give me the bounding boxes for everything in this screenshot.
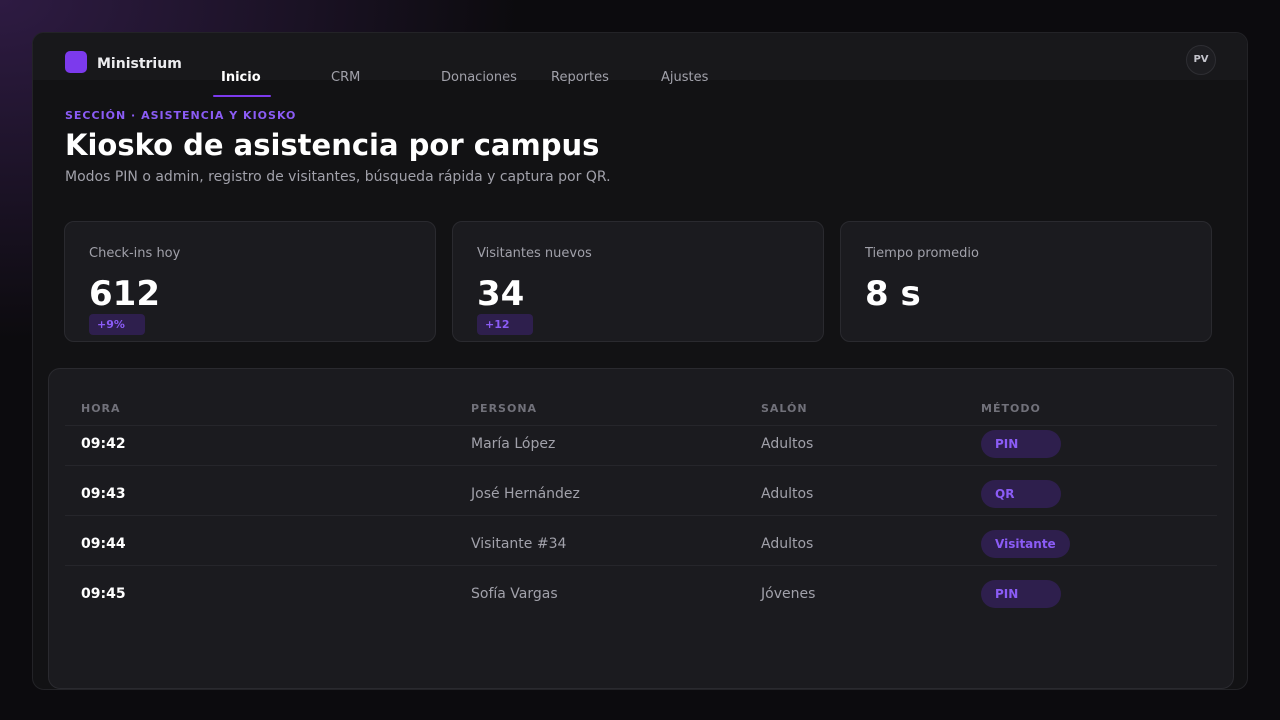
cell-persona: María López bbox=[471, 436, 556, 452]
user-avatar[interactable]: PV bbox=[1186, 45, 1216, 75]
stat-card-new-visitors: Visitantes nuevos 34 +12 bbox=[452, 221, 824, 342]
tab-crm[interactable]: CRM bbox=[331, 70, 360, 86]
cell-persona: Sofía Vargas bbox=[471, 586, 558, 602]
stat-card-checkins: Check-ins hoy 612 +9% bbox=[64, 221, 436, 342]
cell-salon: Jóvenes bbox=[761, 586, 816, 602]
page-title: Kiosko de asistencia por campus bbox=[65, 128, 600, 162]
table-row[interactable]: 09:45 Sofía Vargas Jóvenes PIN bbox=[65, 565, 1217, 616]
stat-label: Tiempo promedio bbox=[865, 246, 979, 261]
tab-donaciones[interactable]: Donaciones bbox=[441, 70, 517, 86]
column-header-salon: SALÓN bbox=[761, 402, 808, 415]
top-bar bbox=[33, 33, 1247, 80]
cell-hora: 09:42 bbox=[81, 436, 126, 452]
stat-label: Check-ins hoy bbox=[89, 246, 181, 261]
cell-hora: 09:43 bbox=[81, 486, 126, 502]
method-badge: Visitante bbox=[981, 530, 1070, 558]
stat-trend-badge: +9% bbox=[89, 314, 145, 335]
method-badge: PIN bbox=[981, 430, 1061, 458]
cell-salon: Adultos bbox=[761, 436, 814, 452]
method-badge: PIN bbox=[981, 580, 1061, 608]
active-tab-indicator bbox=[213, 95, 271, 97]
cell-salon: Adultos bbox=[761, 536, 814, 552]
cell-hora: 09:44 bbox=[81, 536, 126, 552]
method-badge: QR bbox=[981, 480, 1061, 508]
brand-logo-icon bbox=[65, 51, 87, 73]
tab-inicio[interactable]: Inicio bbox=[221, 70, 261, 86]
table-row[interactable]: 09:44 Visitante #34 Adultos Visitante bbox=[65, 515, 1217, 566]
tab-ajustes[interactable]: Ajustes bbox=[661, 70, 708, 86]
stat-value: 8 s bbox=[865, 274, 921, 314]
stat-value: 612 bbox=[89, 274, 160, 314]
stat-trend-badge: +12 bbox=[477, 314, 533, 335]
page-subtitle: Modos PIN o admin, registro de visitante… bbox=[65, 169, 611, 185]
cell-persona: Visitante #34 bbox=[471, 536, 567, 552]
checkins-table: HORA PERSONA SALÓN MÉTODO 09:42 María Ló… bbox=[48, 368, 1234, 689]
stat-value: 34 bbox=[477, 274, 525, 314]
tab-reportes[interactable]: Reportes bbox=[551, 70, 609, 86]
table-row[interactable]: 09:43 José Hernández Adultos QR bbox=[65, 465, 1217, 516]
column-header-hora: HORA bbox=[81, 402, 121, 415]
column-header-persona: PERSONA bbox=[471, 402, 538, 415]
column-header-metodo: MÉTODO bbox=[981, 402, 1041, 415]
section-label: SECCIÓN · ASISTENCIA Y KIOSKO bbox=[65, 109, 297, 122]
stat-card-average-time: Tiempo promedio 8 s bbox=[840, 221, 1212, 342]
cell-salon: Adultos bbox=[761, 486, 814, 502]
cell-persona: José Hernández bbox=[471, 486, 580, 502]
cell-hora: 09:45 bbox=[81, 586, 126, 602]
brand-name: Ministrium bbox=[97, 56, 182, 72]
app-window: Ministrium Inicio CRM Donaciones Reporte… bbox=[32, 32, 1248, 690]
stat-label: Visitantes nuevos bbox=[477, 246, 592, 261]
